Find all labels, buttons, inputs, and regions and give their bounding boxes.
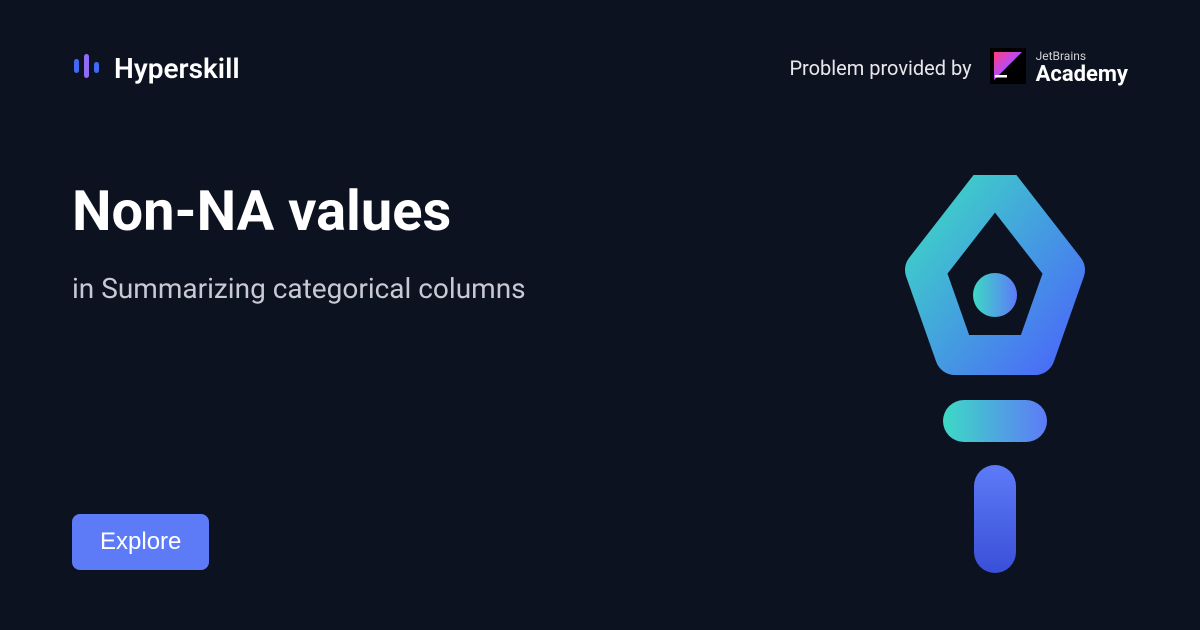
hyperskill-logo-icon [72, 51, 102, 85]
header: Hyperskill Problem provided by [0, 0, 1200, 88]
jetbrains-small: JetBrains [1036, 50, 1128, 63]
explore-button[interactable]: Explore [72, 514, 209, 570]
jetbrains-text: JetBrains Academy [1036, 50, 1128, 86]
page-subtitle: in Summarizing categorical columns [72, 272, 708, 305]
provider-block: Problem provided by Je [789, 48, 1128, 88]
pen-nib-icon [895, 175, 1095, 575]
jetbrains-academy-badge: JetBrains Academy [990, 48, 1128, 88]
page-title: Non-NA values [72, 178, 708, 244]
brand: Hyperskill [72, 51, 240, 85]
main-content: Non-NA values in Summarizing categorical… [0, 88, 780, 305]
brand-name: Hyperskill [114, 52, 240, 85]
jetbrains-logo-icon [990, 48, 1026, 88]
provider-label: Problem provided by [789, 56, 971, 80]
jetbrains-big: Academy [1036, 63, 1128, 86]
